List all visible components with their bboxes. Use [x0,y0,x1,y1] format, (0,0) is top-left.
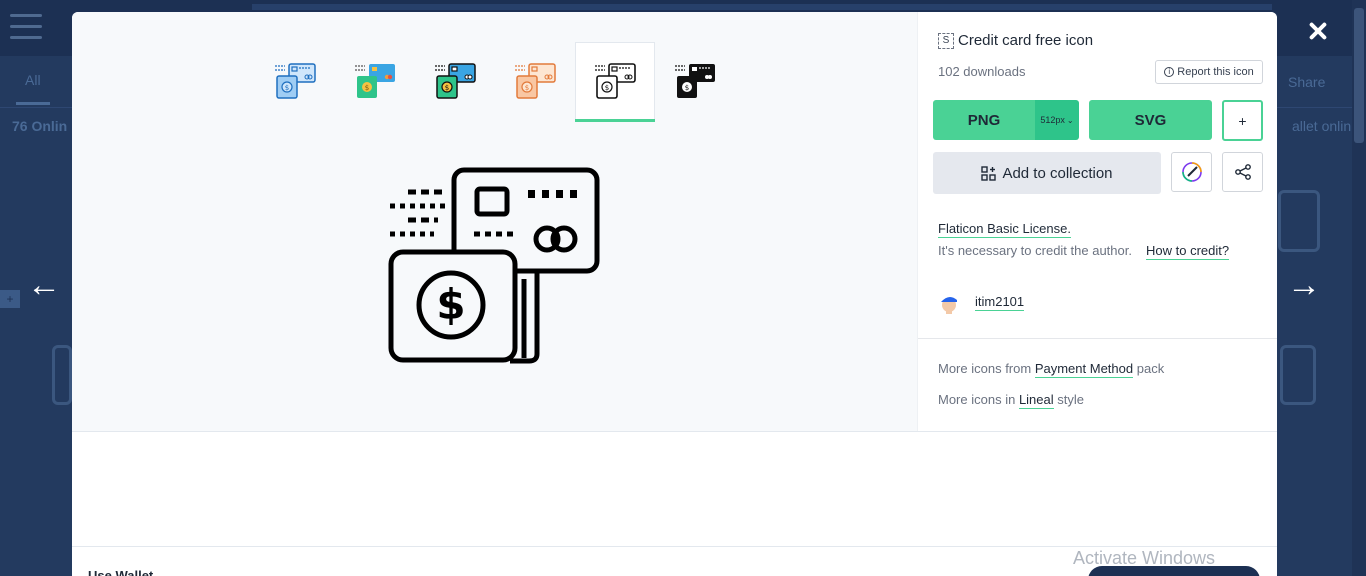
svg-text:$: $ [436,280,465,329]
next-icon-button[interactable]: → [1284,268,1324,302]
icon-title-row: S Credit card free icon [938,32,1093,49]
credit-notice: It's necessary to credit the author. [938,243,1132,258]
credit-card-large-icon: $ [388,167,600,364]
style-variants: $ $ $ $ $ $ [255,42,735,122]
icon-preview-area: $ $ $ $ $ $ $ [72,12,917,432]
icon-details-panel: S Credit card free icon 102 downloads i … [917,12,1277,432]
close-modal-button[interactable] [1303,16,1333,46]
report-icon-button[interactable]: i Report this icon [1155,60,1263,84]
more-in-style: More icons in Lineal style [938,392,1084,409]
background-search-bar [252,4,1272,10]
style-prefix: More icons in [938,392,1016,407]
icon-detail-modal: $ $ $ $ $ $ $ S Credit card free icon 10… [72,12,1277,576]
credit-card-icon: $ [675,64,715,98]
premium-badge-icon: S [938,32,954,49]
svg-text:$: $ [285,84,289,92]
previous-icon-button[interactable]: ← [24,268,64,302]
author-name-link[interactable]: itim2101 [975,294,1025,311]
details-divider [918,338,1277,339]
background-right-text: allet onlin [1292,118,1352,134]
credit-card-icon: $ [515,63,556,99]
edit-brush-icon [1181,162,1202,182]
share-icon [1234,164,1251,180]
related-section-title: Use Wallet [88,568,154,576]
background-tab-all: All [25,72,41,88]
arrow-left-icon: ← [27,266,61,304]
background-plus-button: + [0,290,20,308]
style-link[interactable]: Lineal [1018,392,1054,409]
pack-prefix: More icons from [938,361,1032,376]
download-svg-button[interactable]: SVG [1089,100,1212,140]
svg-text:$: $ [605,84,609,92]
icon-title: Credit card free icon [958,32,1094,49]
collection-add-icon [981,165,997,181]
scrollbar-thumb[interactable] [1354,8,1364,143]
background-thumbnail [1278,190,1320,252]
share-button[interactable] [1222,152,1263,192]
variant-lineal-color-orange[interactable]: $ [495,42,575,122]
modal-divider [72,431,1277,432]
license-link[interactable]: Flaticon Basic License. [938,221,1071,238]
svg-text:$: $ [365,84,369,92]
background-tab-underline [16,102,50,105]
more-from-pack: More icons from Payment Method pack [938,361,1165,378]
background-result-count: 76 Onlin [12,118,68,134]
add-to-collection-button[interactable]: Add to collection [933,152,1161,194]
more-formats-button[interactable]: + [1222,100,1263,141]
arrow-right-icon: → [1287,266,1321,304]
size-label: 512px [1040,115,1065,125]
author-avatar[interactable] [938,292,960,314]
download-count: 102 downloads [938,64,1026,79]
background-thumbnail [52,345,72,405]
info-icon: i [1164,67,1175,77]
png-size-dropdown[interactable]: 512px ⌄ [1035,100,1079,140]
report-label: Report this icon [1177,66,1254,78]
credit-card-icon: $ [355,64,395,98]
chevron-down-icon: ⌄ [1066,115,1074,125]
variant-lineal[interactable]: $ [575,42,655,122]
how-to-credit-link[interactable]: How to credit? [1146,243,1230,260]
variant-flat[interactable]: $ [335,42,415,122]
pack-suffix: pack [1136,361,1165,376]
credit-card-icon: $ [595,63,636,99]
modal-divider [72,546,1277,547]
credit-card-icon: $ [275,63,316,99]
variant-glyph[interactable]: $ [655,42,735,122]
activate-windows-watermark: Activate Windows [1073,548,1216,568]
collection-label: Add to collection [1002,164,1113,182]
download-png-button[interactable]: PNG [933,100,1035,140]
style-suffix: style [1057,392,1084,407]
svg-text:$: $ [685,84,689,92]
variant-lineal-color[interactable]: $ [415,42,495,122]
svg-text:$: $ [525,84,529,92]
background-thumbnail [1280,345,1316,405]
hamburger-menu-icon [10,14,42,40]
pack-link[interactable]: Payment Method [1034,361,1134,378]
edit-icon-button[interactable] [1171,152,1212,192]
credit-card-icon: $ [435,63,476,99]
svg-text:$: $ [445,84,449,92]
background-share-label: Share [1288,74,1326,90]
variant-lineal-color-blue[interactable]: $ [255,42,335,122]
